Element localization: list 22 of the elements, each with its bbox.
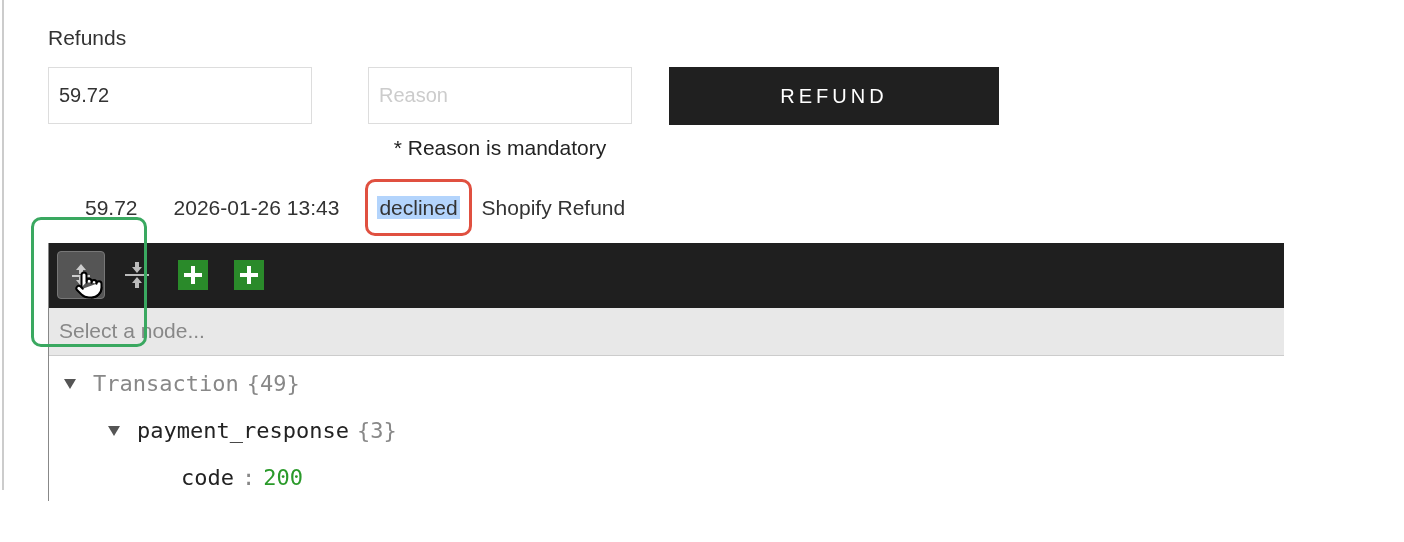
hint-text: * Reason is mandatory [393,135,607,161]
expand-button[interactable] [57,251,105,299]
node-key: payment_response [137,413,349,447]
refund-button[interactable]: REFUND [669,67,999,125]
plus-icon [234,260,264,290]
node-key: Transaction [93,366,239,400]
node-key: code [181,460,234,494]
node-count: {3} [356,416,397,445]
node-count: {49} [246,369,300,398]
amount-field[interactable]: 59.72 [48,67,312,124]
node-value: 200 [263,463,303,492]
expand-arrow-icon[interactable] [63,376,77,390]
expand-arrow-icon[interactable] [107,423,121,437]
separator: : [242,463,256,492]
status-text: declined [377,195,460,219]
collapse-icon [124,261,150,289]
plus-icon [178,260,208,290]
amount-text: 59.72 [85,194,138,221]
gateway-text: Shopify Refund [481,194,626,221]
date-text: 2026-01-26 13:43 [173,194,340,221]
section-title: Refunds [48,25,128,51]
hand-cursor-icon [74,270,104,300]
